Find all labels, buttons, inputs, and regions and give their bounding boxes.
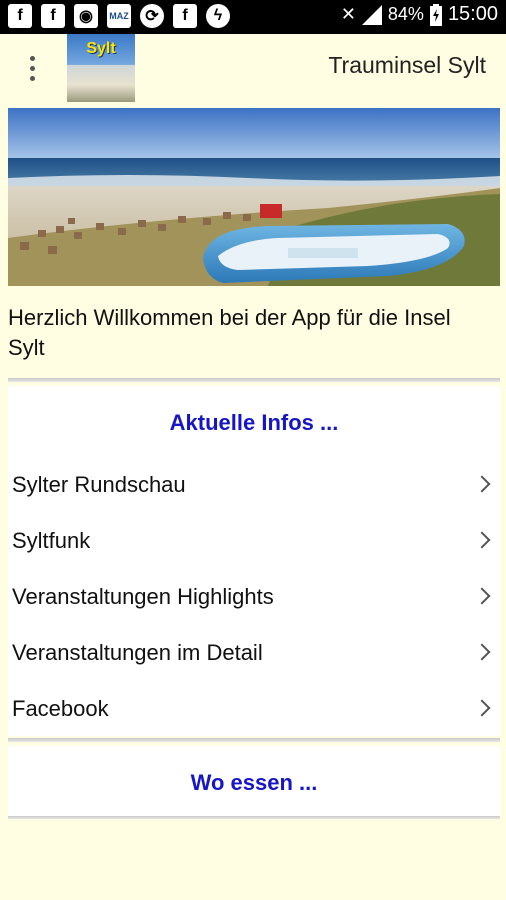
maz-icon: MAZ bbox=[107, 4, 131, 28]
list-item-sylter-rundschau[interactable]: Sylter Rundschau bbox=[8, 458, 500, 514]
list-item-label: Sylter Rundschau bbox=[12, 472, 186, 497]
list-item-veranstaltungen-highlights[interactable]: Veranstaltungen Highlights bbox=[8, 570, 500, 626]
section-divider bbox=[8, 816, 500, 819]
chevron-right-icon bbox=[473, 587, 491, 605]
list-item-syltfunk[interactable]: Syltfunk bbox=[8, 514, 500, 570]
signal-icon bbox=[361, 4, 382, 25]
list-item-veranstaltungen-im-detail[interactable]: Veranstaltungen im Detail bbox=[8, 626, 500, 682]
status-bar: f f ◉ MAZ ⟳ f ϟ ✕ 84% 15:00 bbox=[0, 0, 506, 34]
news-icon: ◉ bbox=[74, 4, 98, 28]
welcome-text: Herzlich Willkommen bei der App für die … bbox=[8, 305, 451, 360]
section-divider bbox=[8, 738, 500, 742]
sync-icon: ⟳ bbox=[140, 4, 164, 28]
facebook-icon: f bbox=[41, 4, 65, 28]
battery-icon bbox=[429, 3, 442, 26]
overflow-menu-icon[interactable] bbox=[22, 54, 42, 84]
system-status: ✕ 84% 15:00 bbox=[341, 3, 498, 26]
app-logo: Sylt bbox=[67, 34, 135, 102]
app-bar: Sylt Trauminsel Sylt bbox=[0, 34, 506, 102]
list-item-label: Veranstaltungen im Detail bbox=[12, 640, 263, 665]
hero-image bbox=[8, 108, 500, 286]
facebook-icon: f bbox=[173, 4, 197, 28]
list-item-label: Facebook bbox=[12, 696, 109, 721]
list-item-facebook[interactable]: Facebook bbox=[8, 682, 500, 738]
facebook-icon: f bbox=[8, 4, 32, 28]
chevron-right-icon bbox=[473, 475, 491, 493]
section-title: Aktuelle Infos ... bbox=[169, 410, 339, 435]
app-title: Trauminsel Sylt bbox=[328, 52, 486, 78]
mute-icon: ✕ bbox=[340, 4, 356, 24]
chevron-right-icon bbox=[473, 531, 491, 549]
clock: 15:00 bbox=[447, 3, 498, 25]
list-item-label: Veranstaltungen Highlights bbox=[12, 584, 274, 609]
battery-percent: 84% bbox=[387, 4, 424, 24]
section-card-aktuelle-infos: Aktuelle Infos ... Sylter Rundschau Sylt… bbox=[8, 386, 500, 736]
section-title[interactable]: Wo essen ... bbox=[8, 746, 500, 796]
chevron-right-icon bbox=[473, 643, 491, 661]
section-card-wo-essen: Wo essen ... bbox=[8, 746, 500, 816]
list-item-label: Syltfunk bbox=[12, 528, 91, 553]
notification-icons: f f ◉ MAZ ⟳ f ϟ bbox=[8, 4, 230, 28]
section-divider bbox=[8, 378, 500, 382]
chevron-right-icon bbox=[473, 699, 491, 717]
messenger-icon: ϟ bbox=[206, 4, 230, 28]
logo-text: Sylt bbox=[86, 40, 116, 57]
